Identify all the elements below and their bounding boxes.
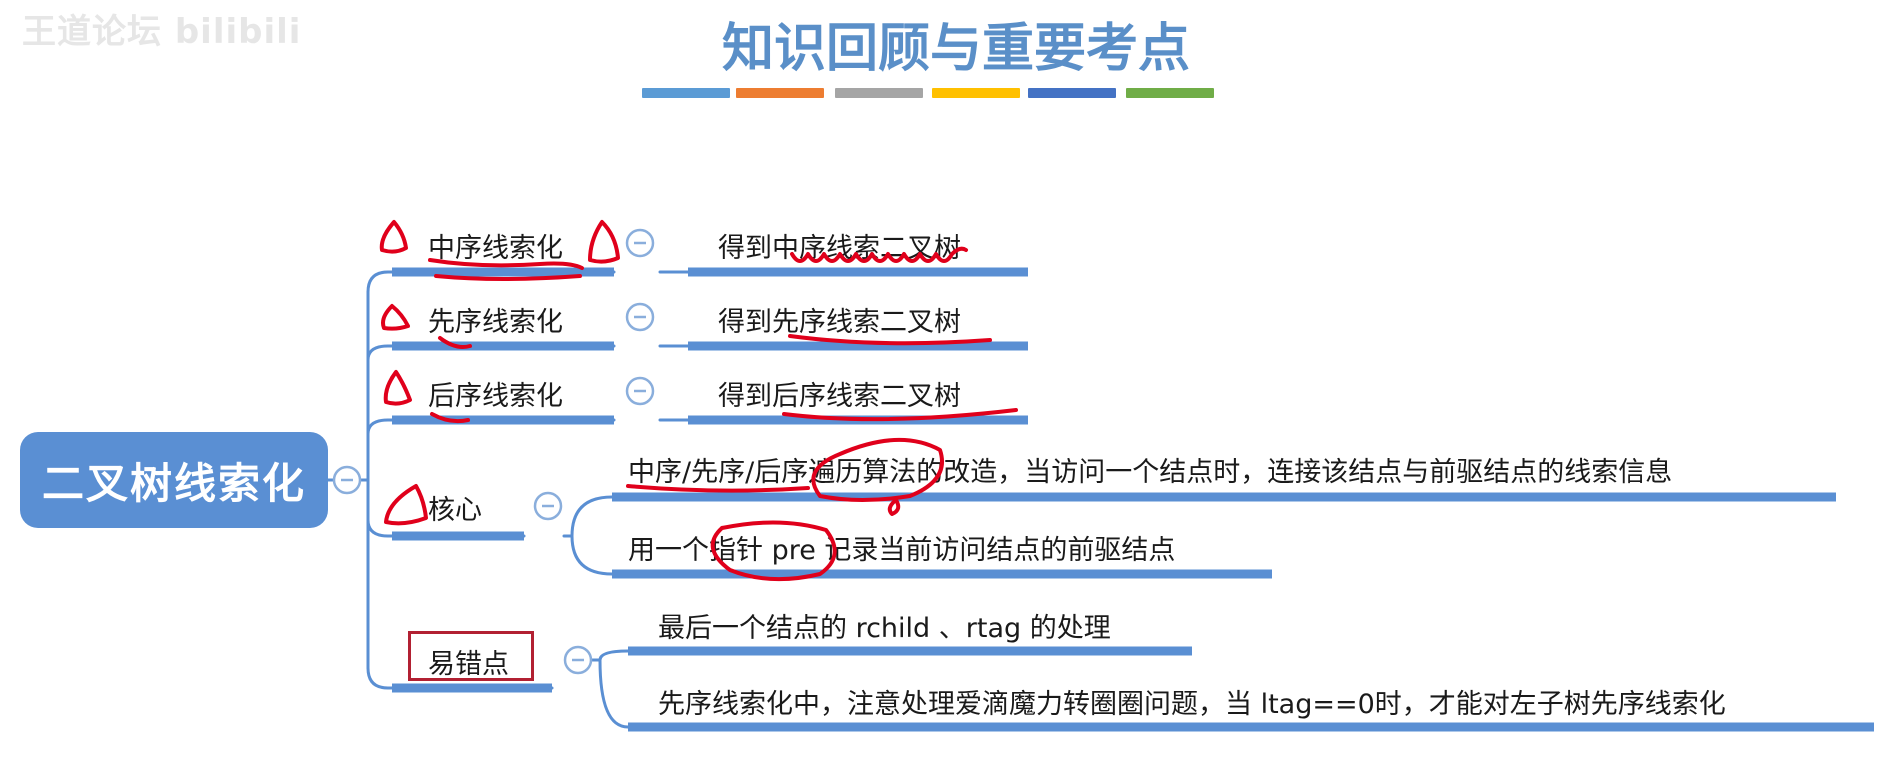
branch-label[interactable]: 易错点 — [428, 642, 509, 681]
error-item[interactable]: 最后一个结点的 rchild 、rtag 的处理 — [658, 606, 1111, 645]
core-item[interactable]: 用一个指针 pre 记录当前访问结点的前驱结点 — [628, 528, 1175, 567]
branch-result[interactable]: 得到中序线索二叉树 — [718, 226, 961, 265]
branch-result[interactable]: 得到先序线索二叉树 — [718, 300, 961, 339]
root-node[interactable]: 二叉树线索化 — [20, 432, 328, 528]
branch-label[interactable]: 中序线索化 — [428, 226, 563, 265]
error-item[interactable]: 先序线索化中，注意处理爱滴魔力转圈圈问题，当 ltag==0时，才能对左子树先序… — [658, 682, 1726, 721]
branch-result[interactable]: 得到后序线索二叉树 — [718, 374, 961, 413]
branch-label[interactable]: 后序线索化 — [428, 374, 563, 413]
branch-label[interactable]: 核心 — [428, 488, 482, 527]
branch-label[interactable]: 先序线索化 — [428, 300, 563, 339]
core-item[interactable]: 中序/先序/后序遍历算法的改造，当访问一个结点时，连接该结点与前驱结点的线索信息 — [628, 450, 1672, 489]
